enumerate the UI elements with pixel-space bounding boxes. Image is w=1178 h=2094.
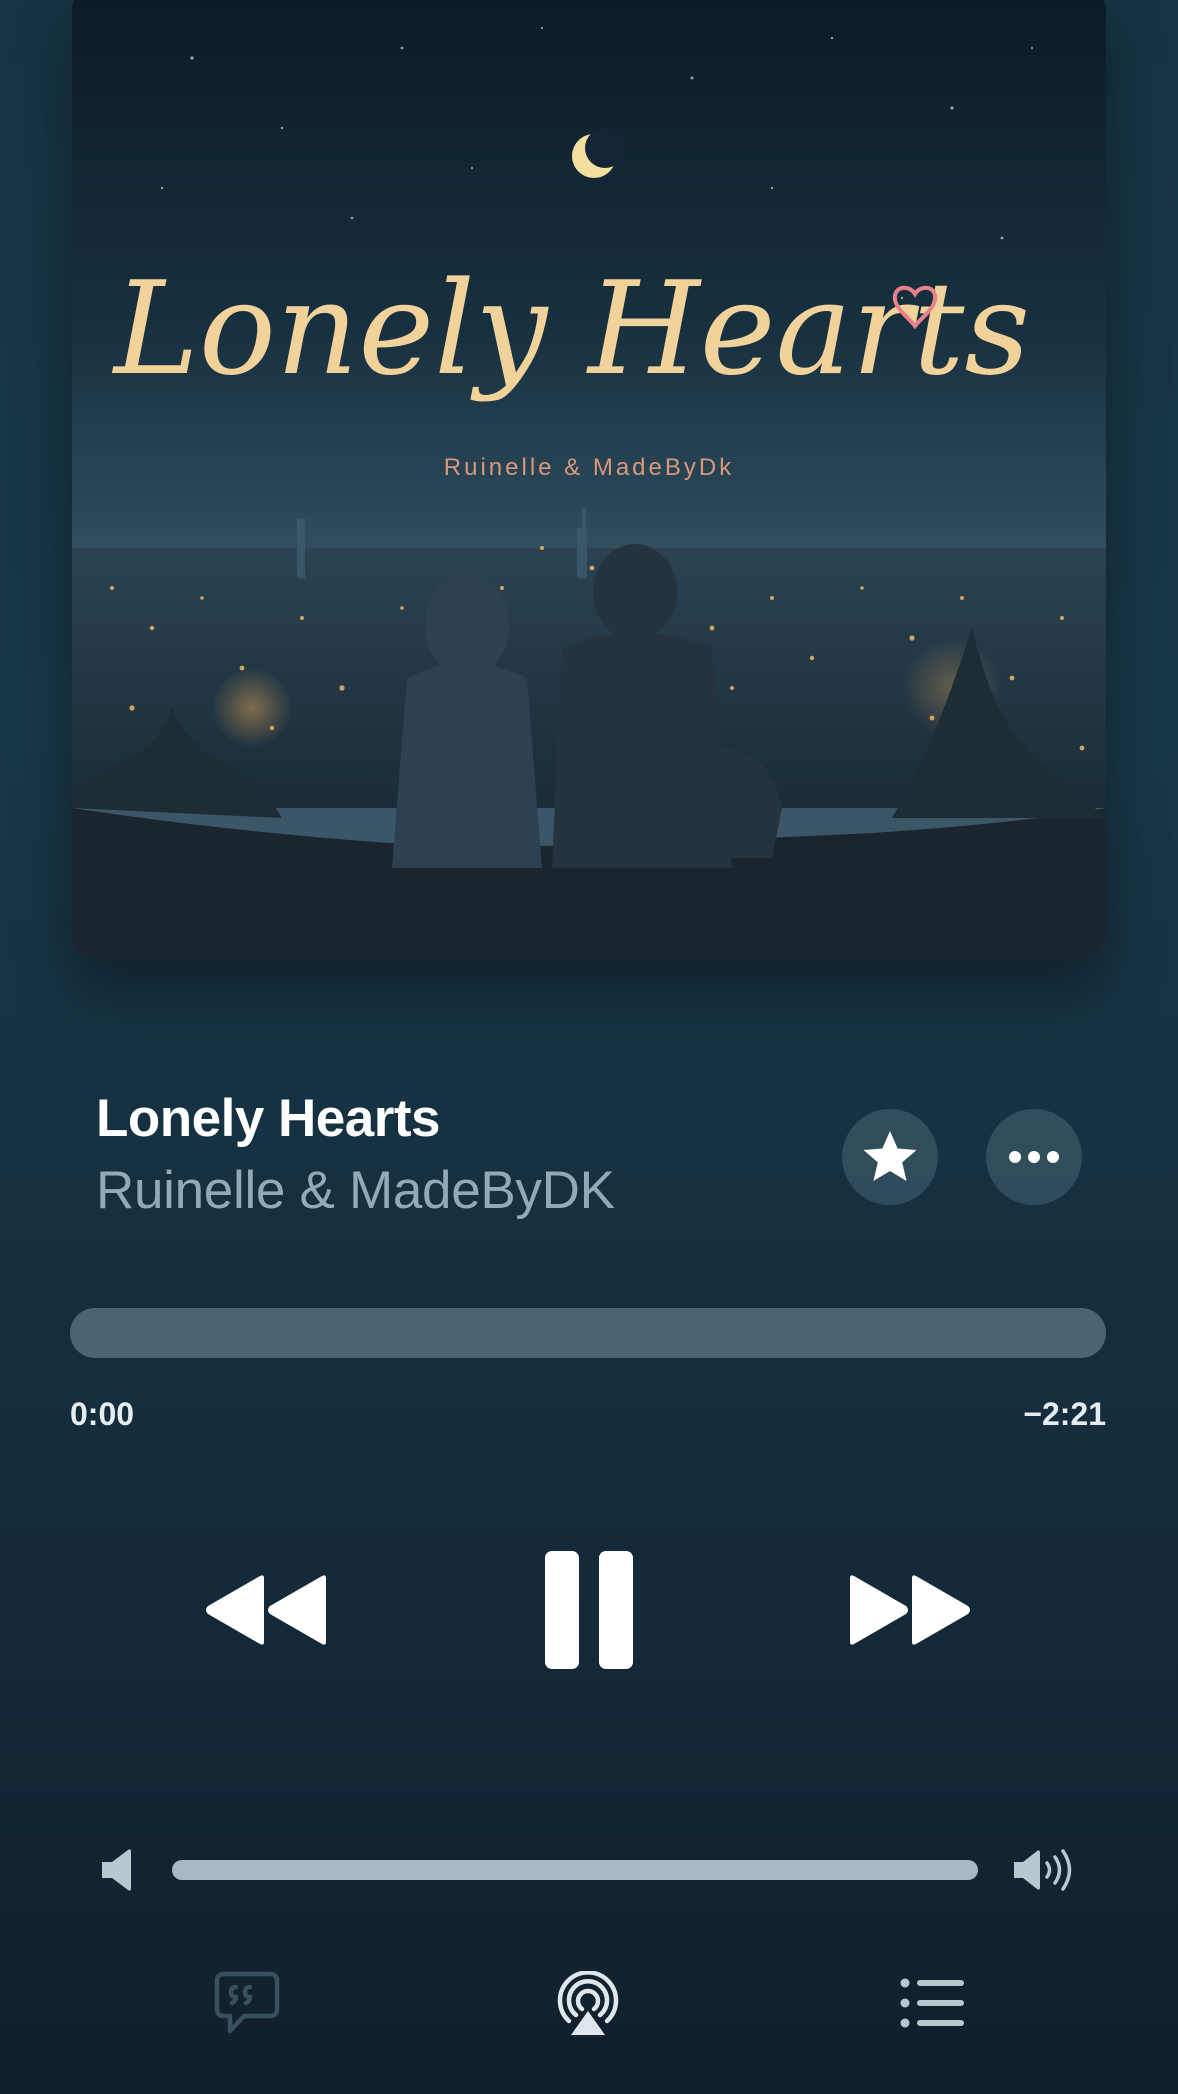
speaker-high-icon [1014, 1849, 1072, 1891]
rewind-button[interactable] [204, 1568, 330, 1652]
volume-max-button[interactable] [1014, 1848, 1076, 1892]
pause-button[interactable] [538, 1547, 640, 1673]
speaker-low-icon [102, 1849, 131, 1891]
fast-forward-icon [850, 1575, 970, 1645]
airplay-button[interactable] [554, 1970, 622, 2038]
ellipsis-icon [1009, 1151, 1059, 1163]
elapsed-time: 0:00 [70, 1396, 135, 1432]
favorite-button[interactable] [842, 1109, 938, 1205]
lyrics-quote-icon [214, 1971, 280, 2034]
volume-slider[interactable] [172, 1860, 978, 1880]
track-title: Lonely Hearts [96, 1089, 441, 1148]
more-options-button[interactable] [986, 1109, 1082, 1205]
star-icon [863, 1131, 917, 1181]
pause-icon [545, 1551, 633, 1669]
playback-progress-bar[interactable] [70, 1308, 1106, 1358]
album-artwork: Lonely Hearts Ruinelle & MadeByDk [72, 0, 1106, 959]
artwork-artist-text: Ruinelle & MadeByDk [444, 454, 734, 481]
remaining-time: −2:21 [1023, 1396, 1106, 1432]
rewind-icon [206, 1575, 326, 1645]
lyrics-button[interactable] [212, 1970, 282, 2036]
volume-min-button[interactable] [102, 1849, 132, 1891]
queue-button[interactable] [898, 1977, 966, 2029]
track-artist[interactable]: Ruinelle & MadeByDK [96, 1160, 615, 1221]
queue-list-icon [900, 1978, 964, 2028]
airplay-icon [557, 1971, 619, 2035]
fast-forward-button[interactable] [846, 1568, 972, 1652]
volume-slider-fill [172, 1860, 978, 1880]
artwork-title: Lonely Hearts [112, 255, 1030, 404]
album-artwork-illustration: Lonely Hearts Ruinelle & MadeByDk [72, 0, 1106, 959]
